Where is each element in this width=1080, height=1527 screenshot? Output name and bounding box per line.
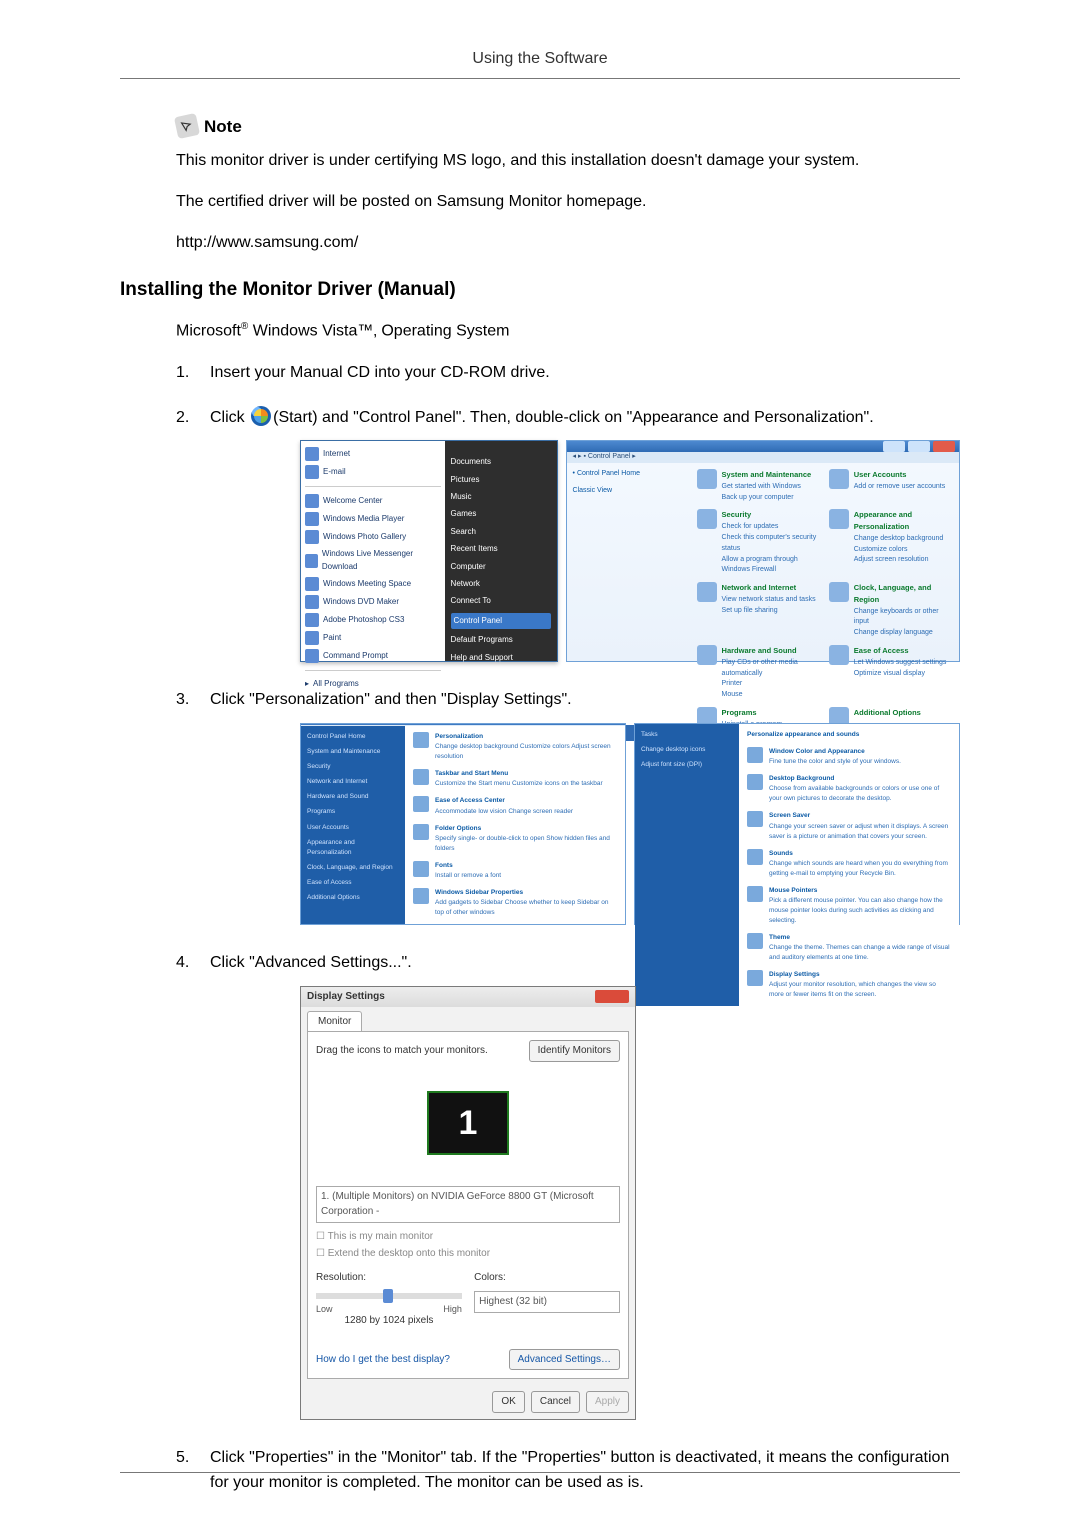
step-1: Insert your Manual CD into your CD-ROM d… <box>176 361 960 386</box>
screenshot-personalization: Control Panel HomeSystem and Maintenance… <box>300 723 960 925</box>
appearance-item[interactable]: Ease of Access CenterAccommodate low vis… <box>413 796 617 816</box>
appearance-item[interactable]: Taskbar and Start MenuCustomize the Star… <box>413 769 617 789</box>
device-select[interactable]: 1. (Multiple Monitors) on NVIDIA GeForce… <box>316 1186 620 1223</box>
cmd-icon <box>305 649 319 663</box>
step-3: Click "Personalization" and then "Displa… <box>176 688 960 925</box>
screenshot-start-control-panel: Internet E-mail Welcome Center Windows M… <box>300 440 960 662</box>
dvd-icon <box>305 595 319 609</box>
appearance-item[interactable]: FontsInstall or remove a font <box>413 861 617 881</box>
start-orb-icon <box>251 406 271 426</box>
wmp-icon <box>305 512 319 526</box>
personalization-window: TasksChange desktop iconsAdjust font siz… <box>634 723 960 925</box>
control-panel-window: ◂ ▸ ▪ Control Panel ▸ • Control Panel Ho… <box>566 440 960 662</box>
apply-button: Apply <box>586 1391 629 1413</box>
min-button[interactable] <box>883 441 905 452</box>
appearance-item[interactable]: Folder OptionsSpecify single- or double-… <box>413 824 617 854</box>
page-header: Using the Software <box>120 50 960 79</box>
note-icon <box>174 113 200 139</box>
footer-rule <box>120 1472 960 1473</box>
step-2: Click (Start) and "Control Panel". Then,… <box>176 406 960 663</box>
ps-icon <box>305 613 319 627</box>
control-panel-item[interactable]: Clock, Language, and RegionChange keyboa… <box>829 582 951 639</box>
drag-hint: Drag the icons to match your monitors. <box>316 1043 488 1059</box>
appearance-item[interactable]: Windows Sidebar PropertiesAdd gadgets to… <box>413 888 617 918</box>
personalization-item[interactable]: Screen SaverChange your screen saver or … <box>747 811 951 841</box>
personalization-item[interactable]: Desktop BackgroundChoose from available … <box>747 774 951 804</box>
control-panel-item[interactable]: User AccountsAdd or remove user accounts <box>829 469 951 503</box>
tab-monitor[interactable]: Monitor <box>307 1011 362 1032</box>
control-panel-item[interactable]: Appearance and PersonalizationChange des… <box>829 509 951 576</box>
colors-select[interactable]: Highest (32 bit) <box>474 1291 620 1313</box>
close-button[interactable] <box>933 441 955 452</box>
dialog-title: Display Settings <box>307 989 385 1005</box>
personalization-item[interactable]: SoundsChange which sounds are heard when… <box>747 849 951 879</box>
resolution-slider[interactable] <box>316 1293 462 1299</box>
cancel-button[interactable]: Cancel <box>531 1391 580 1413</box>
step-5: Click "Properties" in the "Monitor" tab.… <box>176 1446 960 1496</box>
control-panel-item[interactable]: SecurityCheck for updatesCheck this comp… <box>697 509 819 576</box>
identify-monitors-button[interactable]: Identify Monitors <box>529 1040 620 1062</box>
note-label: Note <box>204 117 242 137</box>
advanced-settings-button[interactable]: Advanced Settings… <box>509 1349 620 1371</box>
monitor-icon[interactable]: 1 <box>427 1091 509 1155</box>
personalization-item[interactable]: Window Color and AppearanceFine tune the… <box>747 747 951 767</box>
subtitle: Microsoft® Windows Vista™‚ Operating Sys… <box>176 321 960 340</box>
ie-icon <box>305 447 319 461</box>
appearance-item[interactable]: PersonalizationChange desktop background… <box>413 732 617 762</box>
screenshot-display-settings: Display Settings Monitor Drag the icons … <box>300 986 960 1420</box>
note-text-1: This monitor driver is under certifying … <box>176 149 946 174</box>
section-heading: Installing the Monitor Driver (Manual) <box>120 279 960 301</box>
step-4: Click "Advanced Settings...". Display Se… <box>176 951 960 1420</box>
mail-icon <box>305 465 319 479</box>
ok-button[interactable]: OK <box>492 1391 524 1413</box>
note-text-2: The certified driver will be posted on S… <box>176 190 946 215</box>
main-monitor-checkbox: ☐ This is my main monitor <box>316 1229 620 1245</box>
help-link[interactable]: How do I get the best display? <box>316 1352 450 1368</box>
meeting-icon <box>305 577 319 591</box>
colors-label: Colors: <box>474 1272 506 1283</box>
resolution-label: Resolution: <box>316 1272 366 1283</box>
welcome-icon <box>305 494 319 508</box>
paint-icon <box>305 631 319 645</box>
start-menu: Internet E-mail Welcome Center Windows M… <box>300 440 558 662</box>
personalization-item[interactable]: Mouse PointersPick a different mouse poi… <box>747 886 951 926</box>
extend-desktop-checkbox: ☐ Extend the desktop onto this monitor <box>316 1246 620 1262</box>
note-url: http://www.samsung.com/ <box>176 231 946 256</box>
resolution-value: 1280 by 1024 pixels <box>316 1313 462 1329</box>
appearance-window: Control Panel HomeSystem and Maintenance… <box>300 723 626 925</box>
gallery-icon <box>305 530 319 544</box>
control-panel-item[interactable]: Network and InternetView network status … <box>697 582 819 639</box>
close-button[interactable] <box>595 990 629 1003</box>
messenger-icon <box>305 554 318 568</box>
control-panel-item[interactable]: System and MaintenanceGet started with W… <box>697 469 819 503</box>
max-button[interactable] <box>908 441 930 452</box>
